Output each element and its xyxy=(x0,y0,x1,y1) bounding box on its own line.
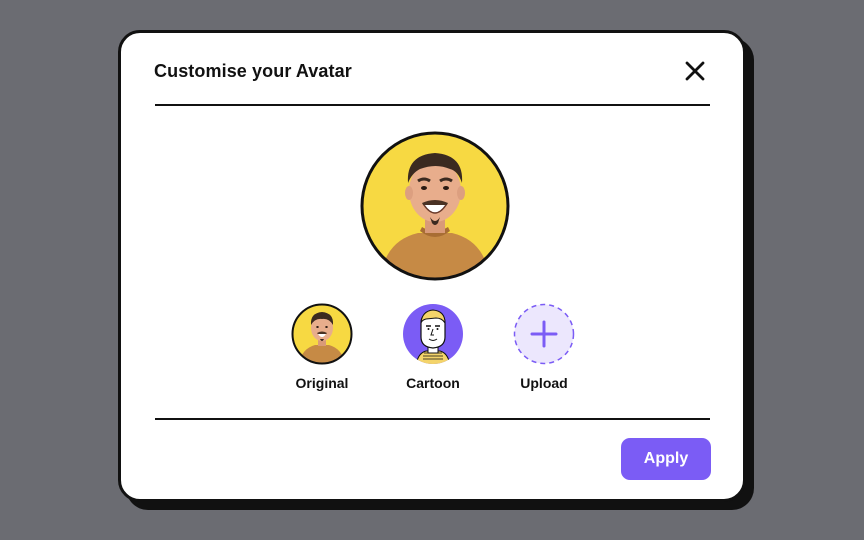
close-button[interactable] xyxy=(683,59,707,83)
avatar-option-upload[interactable]: Upload xyxy=(499,303,589,398)
option-label-cartoon: Cartoon xyxy=(388,375,478,391)
upload-placeholder xyxy=(513,303,575,365)
apply-button[interactable]: Apply xyxy=(621,438,711,480)
footer-divider xyxy=(155,418,710,420)
avatar-dialog: Customise your Avatar xyxy=(118,30,746,502)
header-divider xyxy=(155,104,710,106)
avatar-option-cartoon[interactable]: Cartoon xyxy=(388,303,478,398)
cartoon-avatar xyxy=(402,303,464,365)
avatar-preview xyxy=(360,131,510,281)
close-icon xyxy=(683,59,707,83)
option-label-upload: Upload xyxy=(499,375,589,391)
dialog-title: Customise your Avatar xyxy=(154,61,352,82)
photo-avatar xyxy=(291,303,353,365)
avatar-option-original[interactable]: Original xyxy=(277,303,367,398)
option-label-original: Original xyxy=(277,375,367,391)
